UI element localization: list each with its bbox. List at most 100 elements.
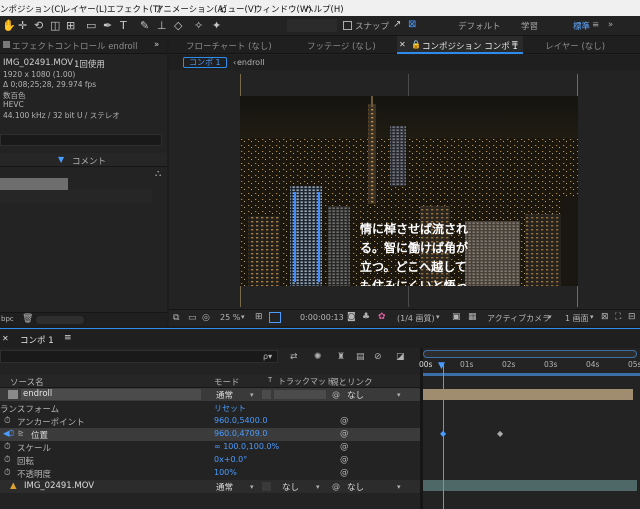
region-of-interest-icon[interactable]: ▣ (452, 312, 461, 322)
transform-row[interactable]: ランスフォーム リセット (0, 402, 420, 415)
layer-trackmatte[interactable]: なし (282, 481, 299, 493)
layer-mode[interactable]: 通常 (216, 389, 233, 401)
zoom-select[interactable]: 25 % (220, 313, 240, 322)
work-area-bar[interactable] (423, 350, 637, 358)
col-trackmatte[interactable]: トラックマット (278, 376, 334, 387)
tab-footage[interactable]: フッテージ (なし) (307, 40, 376, 52)
prop-position[interactable]: ◀ ⏱ ⊵ 位置 960.0,4709.0 @ (0, 428, 420, 441)
project-item-selected[interactable] (0, 178, 68, 190)
time-ruler[interactable]: 00s 01s 02s 03s 04s 05s (419, 359, 640, 373)
project-search-input[interactable] (0, 134, 162, 146)
show-snapshot-icon[interactable]: ♣ (362, 312, 370, 322)
panel-lock-icon[interactable] (3, 41, 10, 48)
sort-arrow-icon[interactable]: ▼ (58, 155, 64, 164)
zoom-dropdown-icon[interactable]: ▾ (241, 313, 245, 321)
file-name[interactable]: IMG_02491.MOV (3, 58, 73, 68)
parent-dropdown-icon[interactable]: ▾ (397, 391, 401, 399)
expression-icon[interactable]: @ (340, 455, 349, 465)
layer-row-video[interactable]: ▲ IMG_02491.MOV 通常 ▾ なし ▾ @ なし ▾ (0, 480, 420, 493)
brush-tool-icon[interactable]: ✎ (140, 19, 149, 32)
project-item-row[interactable] (0, 190, 152, 202)
fast-preview-icon[interactable]: ⛶ (615, 312, 621, 322)
prop-anchor-point[interactable]: ⏱ アンカーポイント 960.0,5400.0 @ (0, 415, 420, 428)
layer-mode[interactable]: 通常 (216, 481, 233, 493)
snap-target-icon[interactable]: ⊠ (408, 19, 416, 30)
transparency-grid-icon[interactable]: ▦ (468, 312, 477, 322)
transform-reset[interactable]: リセット (214, 403, 246, 414)
text-tool-icon[interactable]: T (120, 19, 127, 32)
prop-value[interactable]: ∞ 100.0,100.0% (214, 442, 279, 451)
snap-checkbox[interactable] (343, 21, 352, 30)
roto-brush-icon[interactable]: ✧ (194, 19, 203, 32)
current-timecode[interactable]: 0:00:00:13 (300, 313, 344, 322)
expression-icon[interactable]: @ (340, 468, 349, 478)
menu-help[interactable]: ヘルプ(H) (305, 3, 344, 15)
timeline-menu-icon[interactable]: ≡ (64, 333, 72, 343)
reset-exposure-icon[interactable]: ⊠ (601, 312, 609, 322)
graph-editor-icon[interactable]: ◪ (396, 352, 405, 362)
motion-blur-icon[interactable]: ⊘ (374, 352, 382, 362)
layer-row-endroll[interactable]: endroll 通常 ▾ @ なし ▾ (0, 388, 420, 401)
prop-scale[interactable]: ⏱ スケール ∞ 100.0,100.0% @ (0, 441, 420, 454)
preserve-transparency[interactable] (262, 390, 271, 399)
panel-more-icon[interactable]: » (154, 40, 159, 50)
prop-value[interactable]: 100% (214, 468, 237, 477)
playhead-line[interactable] (443, 364, 444, 509)
graph-icon[interactable]: ⊵ (18, 429, 24, 437)
draft3d-icon[interactable]: ✺ (314, 352, 322, 362)
project-scrollbar[interactable] (36, 316, 84, 324)
snap-options-icon[interactable]: ↗ (393, 19, 401, 30)
stopwatch-icon[interactable]: ⏱ (4, 416, 11, 426)
expression-icon[interactable]: @ (340, 442, 349, 452)
work-area-range[interactable] (423, 373, 640, 376)
workspace-menu-icon[interactable]: ≡ (592, 20, 599, 30)
keyframe-end-icon[interactable]: ◆ (497, 429, 503, 438)
playhead-handle-icon[interactable]: ▼ (438, 361, 445, 371)
monitor-icon[interactable]: ▭ (188, 313, 197, 323)
menu-composition[interactable]: ンポジション(C) (0, 3, 64, 15)
mode-dropdown-icon[interactable]: ▾ (250, 483, 254, 491)
rotate-icon[interactable]: ⟲ (34, 19, 43, 32)
composition-viewer-image[interactable]: 情に棹させば流され る。智に働けば角が 立つ。どこへ越して も住みにくいと悟っ (240, 96, 578, 286)
always-preview-icon[interactable]: ⧉ (173, 313, 179, 323)
prop-value[interactable]: 960.0,4709.0 (214, 429, 267, 438)
menu-animation[interactable]: アニメーション(A) (155, 3, 227, 15)
workspace-default[interactable]: デフォルト (458, 20, 501, 32)
layer-bar-endroll[interactable] (423, 389, 633, 400)
lock-icon[interactable]: 🔒 (411, 40, 421, 49)
pickwhip-icon[interactable]: @ (332, 482, 340, 491)
effect-controls-tab[interactable]: エフェクトコントロール endroll (12, 40, 137, 52)
stopwatch-active-icon[interactable]: ⏱ (8, 429, 15, 439)
pen-tool-icon[interactable]: ✒ (103, 19, 112, 32)
menu-window[interactable]: ウィンドウ(W) (254, 3, 312, 15)
menu-layer[interactable]: レイヤー(L) (62, 3, 107, 15)
resolution-select[interactable]: (1/4 画質) (397, 313, 435, 324)
layer-name[interactable]: IMG_02491.MOV (24, 481, 94, 491)
menu-effect[interactable]: エフェクト(T) (107, 3, 161, 15)
breadcrumb-comp[interactable]: コンポ 1 (183, 57, 227, 68)
trackmatte-select[interactable] (274, 390, 326, 399)
layer-parent[interactable]: なし (347, 389, 364, 401)
view-dropdown-icon[interactable]: ▾ (590, 313, 594, 321)
time-navigator[interactable] (423, 350, 637, 358)
timeline-tab-label[interactable]: コンポ 1 (20, 334, 54, 346)
parent-dropdown-icon[interactable]: ▾ (397, 483, 401, 491)
prop-opacity[interactable]: ⏱ 不透明度 100% @ (0, 467, 420, 480)
camera-icon[interactable]: ◫ (50, 19, 60, 32)
pickwhip-icon[interactable]: @ (332, 390, 340, 399)
pan-behind-icon[interactable]: ⊞ (66, 19, 75, 32)
fit-icon[interactable]: ⊞ (255, 312, 263, 322)
menu-view[interactable]: ビュー(V) (219, 3, 257, 15)
workspace-learn[interactable]: 学習 (521, 20, 538, 32)
tab-layer[interactable]: レイヤー (なし) (545, 40, 605, 52)
color-channels-icon[interactable]: ✿ (378, 312, 386, 322)
mode-dropdown-icon[interactable]: ▾ (250, 391, 254, 399)
col-mode[interactable]: モード (214, 376, 240, 388)
col-t[interactable]: T (268, 376, 272, 384)
zoom-icon[interactable]: ✛ (18, 19, 27, 32)
bpc-label[interactable]: bpc (1, 315, 14, 323)
comp-flowchart-icon[interactable]: ⇄ (290, 352, 298, 362)
stopwatch-icon[interactable]: ⏱ (4, 455, 11, 465)
prop-rotation[interactable]: ⏱ 回転 0x+0.0° @ (0, 454, 420, 467)
close-icon[interactable]: ✕ (399, 40, 406, 49)
